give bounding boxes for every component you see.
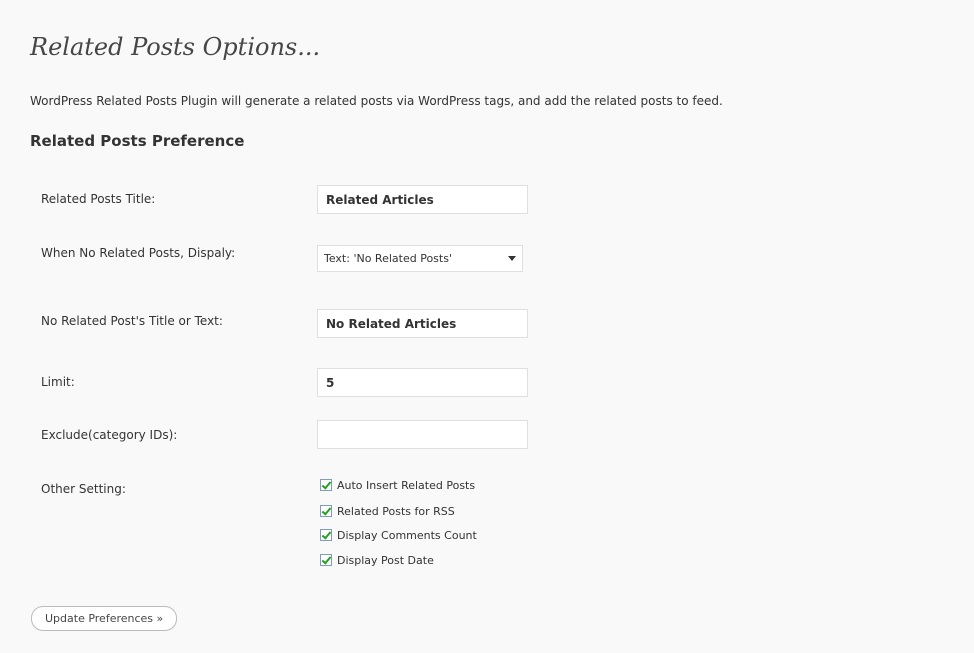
- exclude-input[interactable]: [317, 420, 528, 449]
- checkmark-icon: [320, 554, 332, 566]
- related-title-label: Related Posts Title:: [41, 192, 156, 206]
- rss-checkbox[interactable]: Related Posts for RSS: [320, 503, 455, 519]
- no-related-display-label: When No Related Posts, Dispaly:: [41, 246, 236, 260]
- chevron-down-icon: [508, 256, 516, 261]
- post-date-checkbox[interactable]: Display Post Date: [320, 552, 434, 568]
- rss-label: Related Posts for RSS: [337, 504, 455, 518]
- checkmark-icon: [320, 505, 332, 517]
- no-related-display-value: Text: 'No Related Posts': [324, 252, 452, 265]
- no-related-display-select[interactable]: Text: 'No Related Posts': [317, 245, 523, 272]
- comments-count-checkbox[interactable]: Display Comments Count: [320, 527, 477, 543]
- no-related-text-input[interactable]: [317, 309, 528, 338]
- page-title: Related Posts Options...: [30, 33, 321, 61]
- checkmark-icon: [320, 479, 332, 491]
- no-related-text-label: No Related Post's Title or Text:: [41, 314, 223, 328]
- auto-insert-checkbox[interactable]: Auto Insert Related Posts: [320, 477, 475, 493]
- update-preferences-button[interactable]: Update Preferences »: [31, 606, 178, 631]
- section-heading: Related Posts Preference: [30, 132, 245, 150]
- other-setting-label: Other Setting:: [41, 482, 126, 496]
- comments-count-label: Display Comments Count: [337, 528, 477, 542]
- auto-insert-label: Auto Insert Related Posts: [337, 478, 476, 492]
- limit-label: Limit:: [41, 375, 75, 389]
- options-page: Related Posts Options... WordPress Relat…: [0, 0, 974, 653]
- post-date-label: Display Post Date: [337, 553, 434, 567]
- checkmark-icon: [320, 529, 332, 541]
- limit-input[interactable]: [317, 368, 528, 397]
- plugin-description: WordPress Related Posts Plugin will gene…: [30, 94, 723, 108]
- related-title-input[interactable]: [317, 185, 528, 214]
- exclude-label: Exclude(category IDs):: [41, 428, 178, 442]
